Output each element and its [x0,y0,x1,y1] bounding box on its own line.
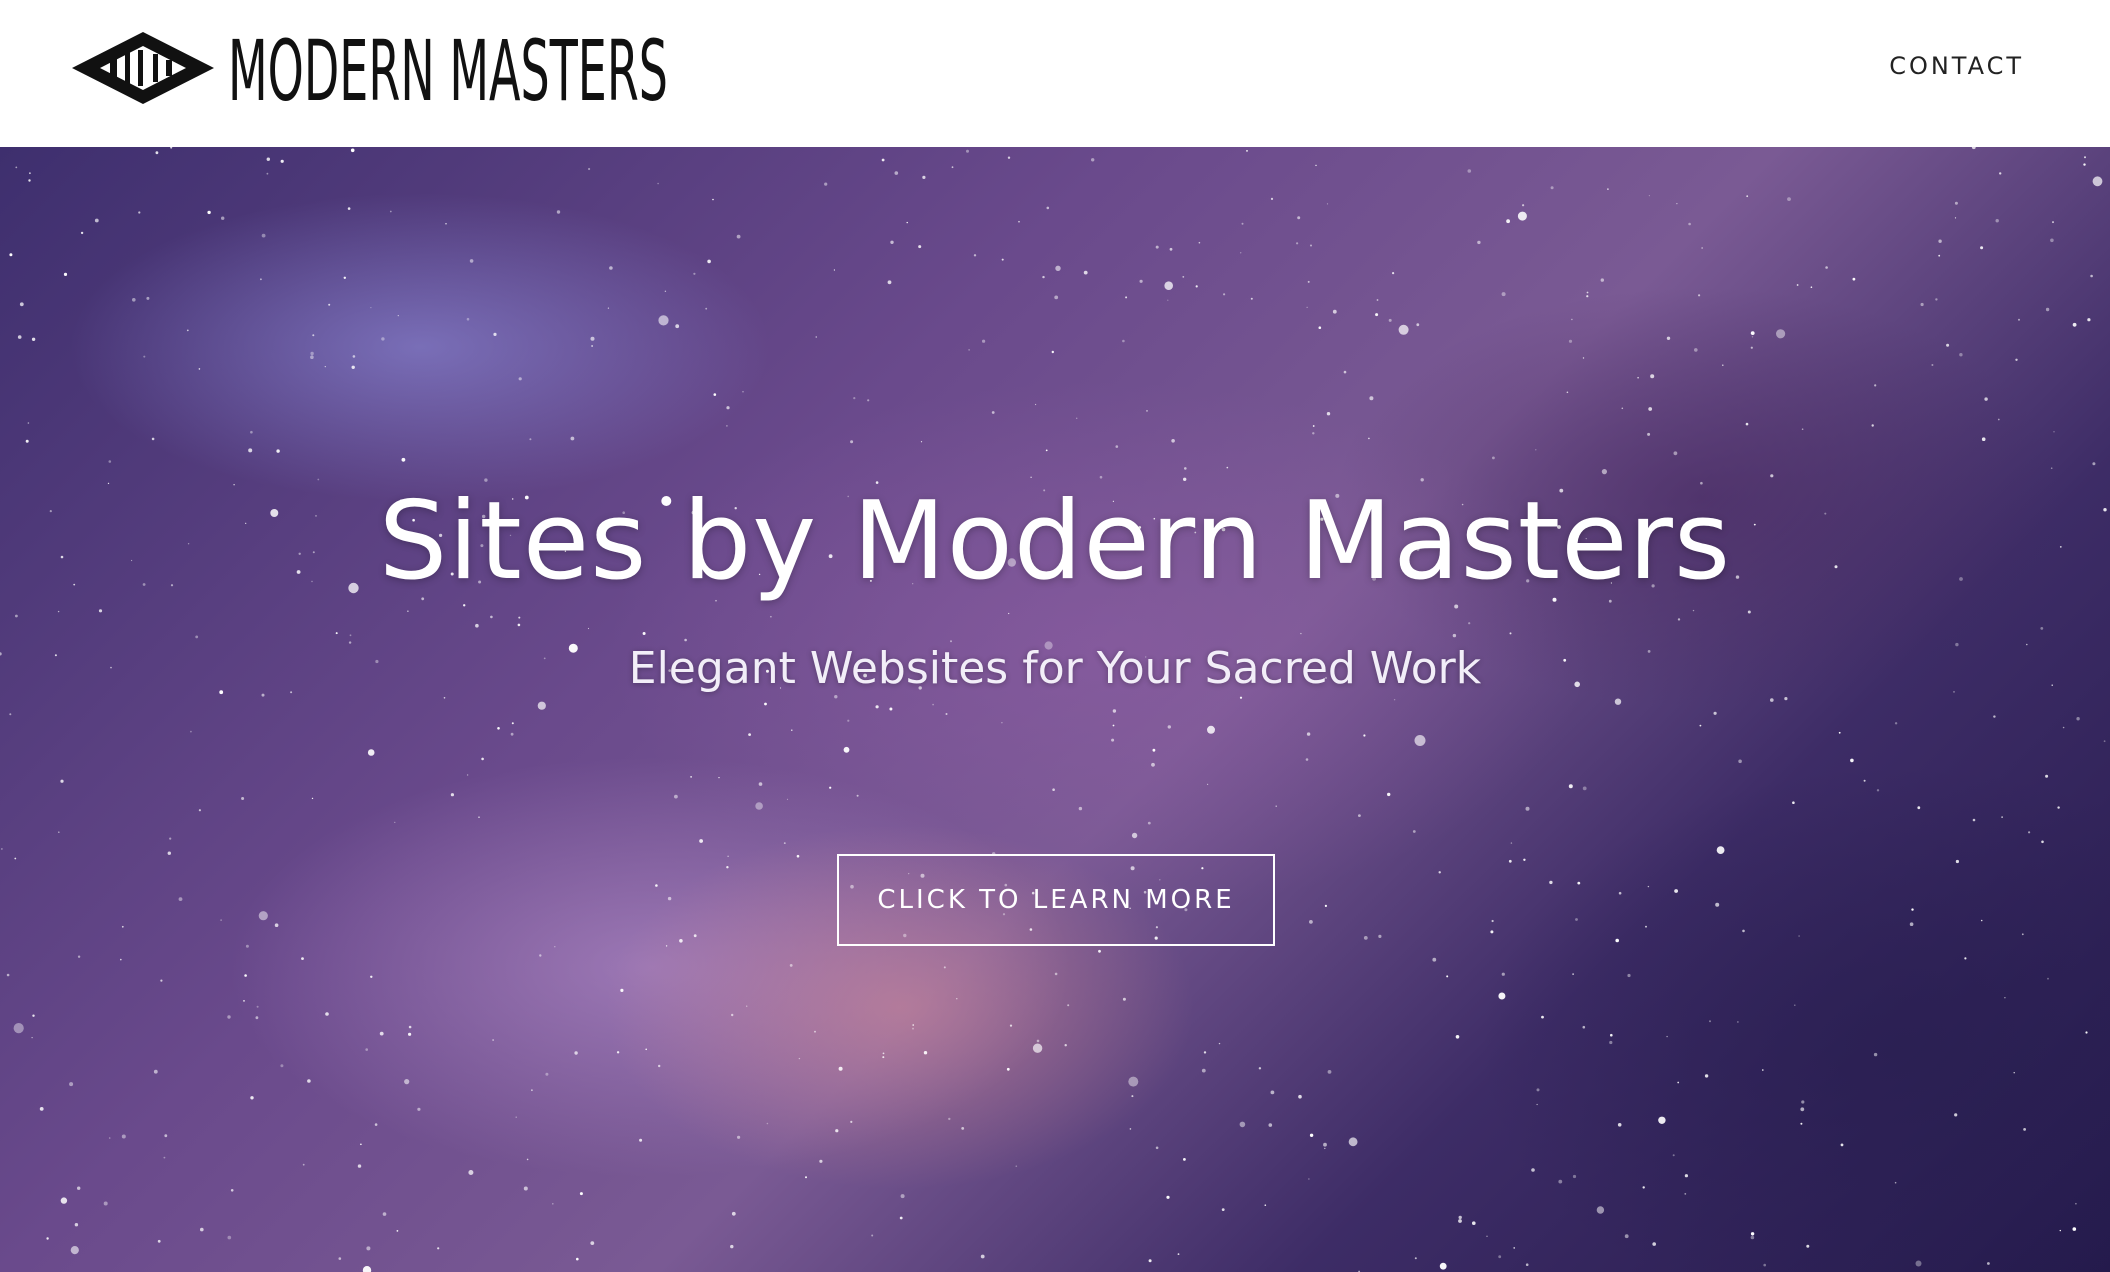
hero-section: Sites by Modern Masters Elegant Websites… [0,147,2110,1272]
diamond-logo-icon [72,32,214,104]
brand-name: MODERN MASTERS [228,28,668,108]
hero-title: Sites by Modern Masters [378,479,1732,604]
site-header: MODERN MASTERS CONTACT [0,0,2110,147]
nav-contact-link[interactable]: CONTACT [1889,52,2024,80]
hero-subtitle: Elegant Websites for Your Sacred Work [628,643,1482,694]
brand-wordmark: MODERN MASTERS [228,28,668,108]
learn-more-button[interactable]: CLICK TO LEARN MORE [837,854,1275,946]
logo-link[interactable]: MODERN MASTERS [70,28,668,108]
hero-content: Sites by Modern Masters Elegant Websites… [0,147,2110,1272]
